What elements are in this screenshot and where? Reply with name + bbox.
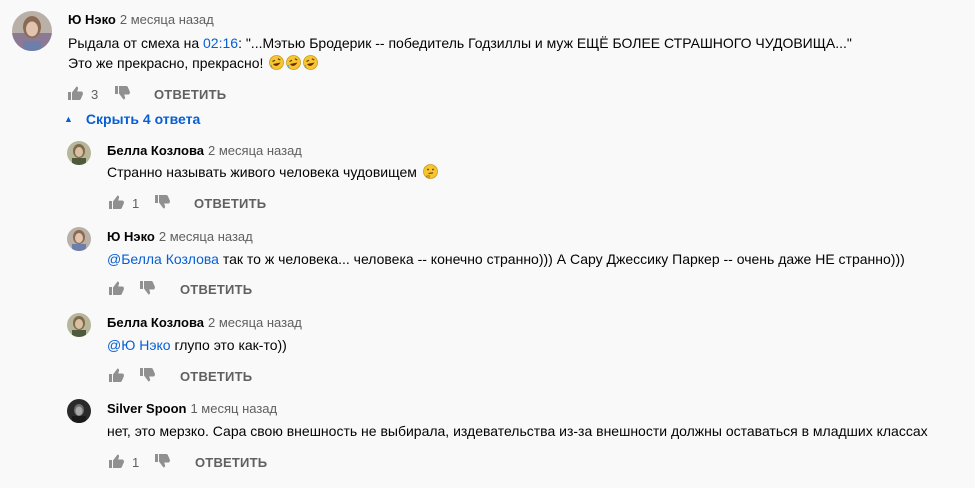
thumb-down-icon[interactable] [154, 194, 171, 210]
thumb-up-icon[interactable] [108, 367, 125, 383]
comment-text-part: : "...Мэтью Бродерик -- победитель Годзи… [238, 35, 852, 51]
comment-text-part: Рыдала от смеха на [68, 35, 204, 51]
author-name[interactable]: Белла Козлова [107, 143, 204, 158]
reply-button[interactable]: ОТВЕТИТЬ [180, 369, 252, 384]
comment-header: Ю Нэко 2 месяца назад [107, 229, 253, 244]
comment-text-line2: Это же прекрасно, прекрасно! [68, 55, 319, 71]
avatar[interactable] [67, 399, 91, 423]
rofl-emoji [269, 55, 285, 70]
author-name[interactable]: Белла Козлова [107, 315, 204, 330]
timestamp-link[interactable]: 02:16 [203, 35, 238, 51]
thumb-down-icon[interactable] [114, 85, 131, 101]
avatar-image [12, 11, 52, 51]
comment-text: @Ю Нэко глупо это как-то)) [107, 337, 287, 353]
chevron-up-icon: ▲ [64, 114, 73, 124]
avatar-image [67, 313, 91, 337]
thumb-up-icon[interactable] [67, 85, 84, 101]
comment-date[interactable]: 2 месяца назад [120, 12, 214, 27]
comment-text-part: Странно называть живого человека чудовищ… [107, 164, 417, 180]
comment-text-part: так то ж человека... человека -- конечно… [218, 251, 905, 267]
thumb-up-icon[interactable] [108, 453, 125, 469]
avatar-image [67, 227, 91, 251]
author-name[interactable]: Ю Нэко [107, 229, 155, 244]
thumb-down-icon[interactable] [139, 280, 156, 296]
avatar[interactable] [67, 313, 91, 337]
comment-text-part: глупо это как-то)) [170, 337, 287, 353]
reply-button[interactable]: ОТВЕТИТЬ [195, 455, 267, 470]
author-name[interactable]: Silver Spoon [107, 401, 186, 416]
thumb-down-icon[interactable] [139, 367, 156, 383]
like-count: 3 [91, 87, 99, 102]
comment-text-part: нет, это мерзко. Сара свою внешность не … [107, 423, 928, 439]
comment-text-part: Это же прекрасно, прекрасно! [68, 55, 264, 71]
comment-text: Рыдала от смеха на 02:16: "...Мэтью Брод… [68, 35, 852, 51]
comment-text: @Белла Козлова так то ж человека... чело… [107, 251, 905, 267]
comment-date[interactable]: 2 месяца назад [159, 229, 253, 244]
like-count: 1 [132, 196, 140, 211]
avatar[interactable] [12, 11, 52, 51]
thinking-emoji [422, 164, 438, 179]
reply-item: Белла Козлова 2 месяца назад @Ю Нэко глуп… [0, 308, 975, 394]
avatar[interactable] [67, 141, 91, 165]
reply-item: Silver Spoon 1 месяц назад нет, это мерзк… [0, 394, 975, 488]
hide-replies-button[interactable]: ▲ Скрыть 4 ответа [64, 111, 200, 127]
reply-item: Ю Нэко 2 месяца назад @Белла Козлова так … [0, 222, 975, 308]
avatar-image [67, 399, 91, 423]
author-name[interactable]: Ю Нэко [68, 12, 116, 27]
reply-button[interactable]: ОТВЕТИТЬ [194, 196, 266, 211]
comment-thread: Ю Нэко 2 месяца назад Рыдала от смеха на … [0, 0, 975, 110]
comment-date[interactable]: 2 месяца назад [208, 143, 302, 158]
mention-link[interactable]: @Белла Козлова [107, 251, 219, 267]
like-count: 1 [132, 455, 140, 470]
avatar[interactable] [67, 227, 91, 251]
thumb-up-icon[interactable] [108, 194, 125, 210]
rofl-emoji [303, 55, 319, 70]
comment-date[interactable]: 2 месяца назад [208, 315, 302, 330]
comment-header: Silver Spoon 1 месяц назад [107, 401, 277, 416]
reply-item: Белла Козлова 2 месяца назад Странно назы… [0, 136, 975, 222]
hide-replies-label: Скрыть 4 ответа [85, 111, 201, 127]
avatar-image [67, 141, 91, 165]
comment-header: Ю Нэко 2 месяца назад [68, 12, 214, 27]
reply-button[interactable]: ОТВЕТИТЬ [180, 282, 252, 297]
reply-button[interactable]: ОТВЕТИТЬ [154, 87, 226, 102]
comment-header: Белла Козлова 2 месяца назад [107, 143, 302, 158]
comment-text: нет, это мерзко. Сара свою внешность не … [107, 423, 928, 439]
comment-text: Странно называть живого человека чудовищ… [107, 164, 438, 180]
comment-date[interactable]: 1 месяц назад [190, 401, 277, 416]
comment-header: Белла Козлова 2 месяца назад [107, 315, 302, 330]
rofl-emoji [286, 55, 302, 70]
mention-link[interactable]: @Ю Нэко [107, 337, 171, 353]
thumb-up-icon[interactable] [108, 280, 125, 296]
thumb-down-icon[interactable] [154, 453, 171, 469]
